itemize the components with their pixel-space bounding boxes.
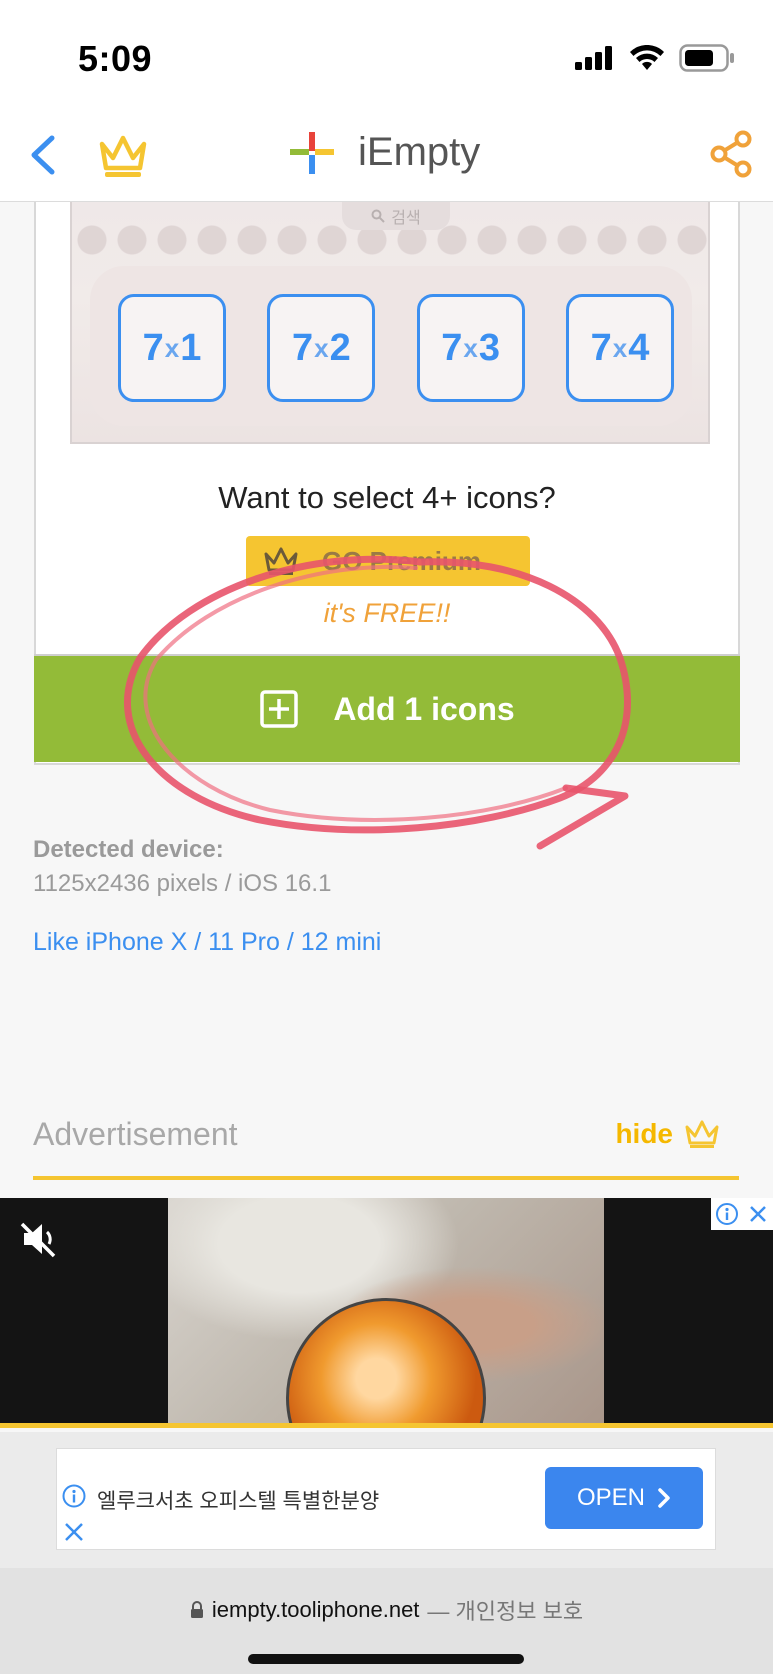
search-icon [371, 209, 385, 223]
crown-icon [685, 1120, 719, 1148]
banner-ad-text: 엘루크서초 오피스텔 특별한분양 [97, 1490, 380, 1513]
wifi-icon [630, 45, 664, 70]
content-card: 검색 7x1 7x2 7x3 7x4 Want to select 4+ ico… [34, 202, 740, 765]
cellular-signal-icon [575, 46, 612, 70]
adchoices-info-icon[interactable] [715, 1202, 739, 1226]
grid-option-7x4[interactable]: 7x4 [565, 294, 674, 402]
preview-search-pill: 검색 [342, 202, 450, 230]
grid-rows: 7 [291, 326, 314, 369]
hide-ads-label: hide [615, 1118, 673, 1149]
device-resolution: 1125x2436 pixels / iOS 16.1 [33, 870, 332, 897]
chevron-right-icon [658, 1488, 670, 1508]
grid-rows: 7 [590, 326, 612, 369]
grid-sep: x [314, 332, 329, 363]
close-icon[interactable] [61, 1519, 87, 1545]
privacy-text: — 개인정보 보호 [427, 1599, 584, 1624]
advertisement-label: Advertisement [33, 1116, 238, 1152]
add-icons-button[interactable]: Add 1 icons [34, 654, 740, 762]
add-square-icon [260, 690, 299, 728]
mute-icon[interactable] [18, 1218, 60, 1260]
grid-cols: 2 [329, 326, 351, 369]
grid-cols: 1 [180, 326, 202, 369]
open-button[interactable]: OPEN [545, 1467, 703, 1529]
info-icon[interactable] [61, 1483, 87, 1509]
go-premium-label: GO Premium [322, 545, 481, 576]
go-premium-button[interactable]: GO Premium [246, 536, 530, 586]
grid-cols: 4 [628, 326, 650, 369]
back-chevron-icon[interactable] [24, 132, 64, 178]
video-ad[interactable] [0, 1198, 773, 1428]
grid-rows: 7 [142, 326, 164, 369]
share-icon[interactable] [709, 130, 753, 178]
status-icons [575, 44, 735, 72]
grid-sep: x [463, 332, 478, 363]
crown-icon[interactable] [96, 130, 150, 180]
preview-search-label: 검색 [391, 210, 421, 227]
grid-size-options: 7x1 7x2 7x3 7x4 [118, 294, 674, 406]
adchoices-close-icon[interactable] [747, 1203, 769, 1225]
grid-rows: 7 [441, 326, 463, 369]
grid-cols: 3 [478, 326, 501, 369]
app-title: iEmpty [358, 130, 481, 174]
add-icons-label: Add 1 icons [333, 690, 515, 727]
status-bar: 5:09 [0, 0, 773, 110]
browser-url-bar[interactable]: iempty.tooliphone.net — 개인정보 보호 [0, 1568, 773, 1674]
banner-ad[interactable]: 엘루크서초 오피스텔 특별한분양 OPEN [56, 1448, 716, 1550]
grid-option-7x2[interactable]: 7x2 [267, 294, 376, 402]
free-label: it's FREE!! [323, 598, 451, 628]
detected-device-label: Detected device: [33, 836, 224, 863]
select-more-prompt: Want to select 4+ icons? [218, 480, 556, 515]
adchoices-badge[interactable] [711, 1198, 773, 1230]
banner-ad-area: 엘루크서초 오피스텔 특별한분양 OPEN [0, 1432, 773, 1568]
battery-icon [679, 44, 734, 72]
hide-ads-button[interactable]: hide [615, 1118, 721, 1150]
url-text: iempty.tooliphone.net [211, 1597, 420, 1622]
home-screen-preview: 검색 7x1 7x2 7x3 7x4 [70, 202, 710, 444]
url-line: iempty.tooliphone.net — 개인정보 보호 [0, 1594, 773, 1626]
device-model-link[interactable]: Like iPhone X / 11 Pro / 12 mini [33, 928, 381, 957]
crown-icon [264, 547, 298, 575]
home-indicator [248, 1654, 524, 1664]
lock-icon [190, 1601, 203, 1618]
grid-option-7x1[interactable]: 7x1 [118, 294, 226, 402]
grid-option-7x3[interactable]: 7x3 [416, 294, 525, 402]
grid-sep: x [164, 332, 180, 363]
grid-sep: x [612, 332, 628, 363]
status-time: 5:09 [78, 38, 153, 79]
nav-bar: iEmpty [0, 110, 773, 202]
open-label: OPEN [576, 1484, 645, 1511]
advertisement-header: Advertisement hide [33, 1110, 739, 1180]
plus-logo-icon [290, 132, 334, 174]
